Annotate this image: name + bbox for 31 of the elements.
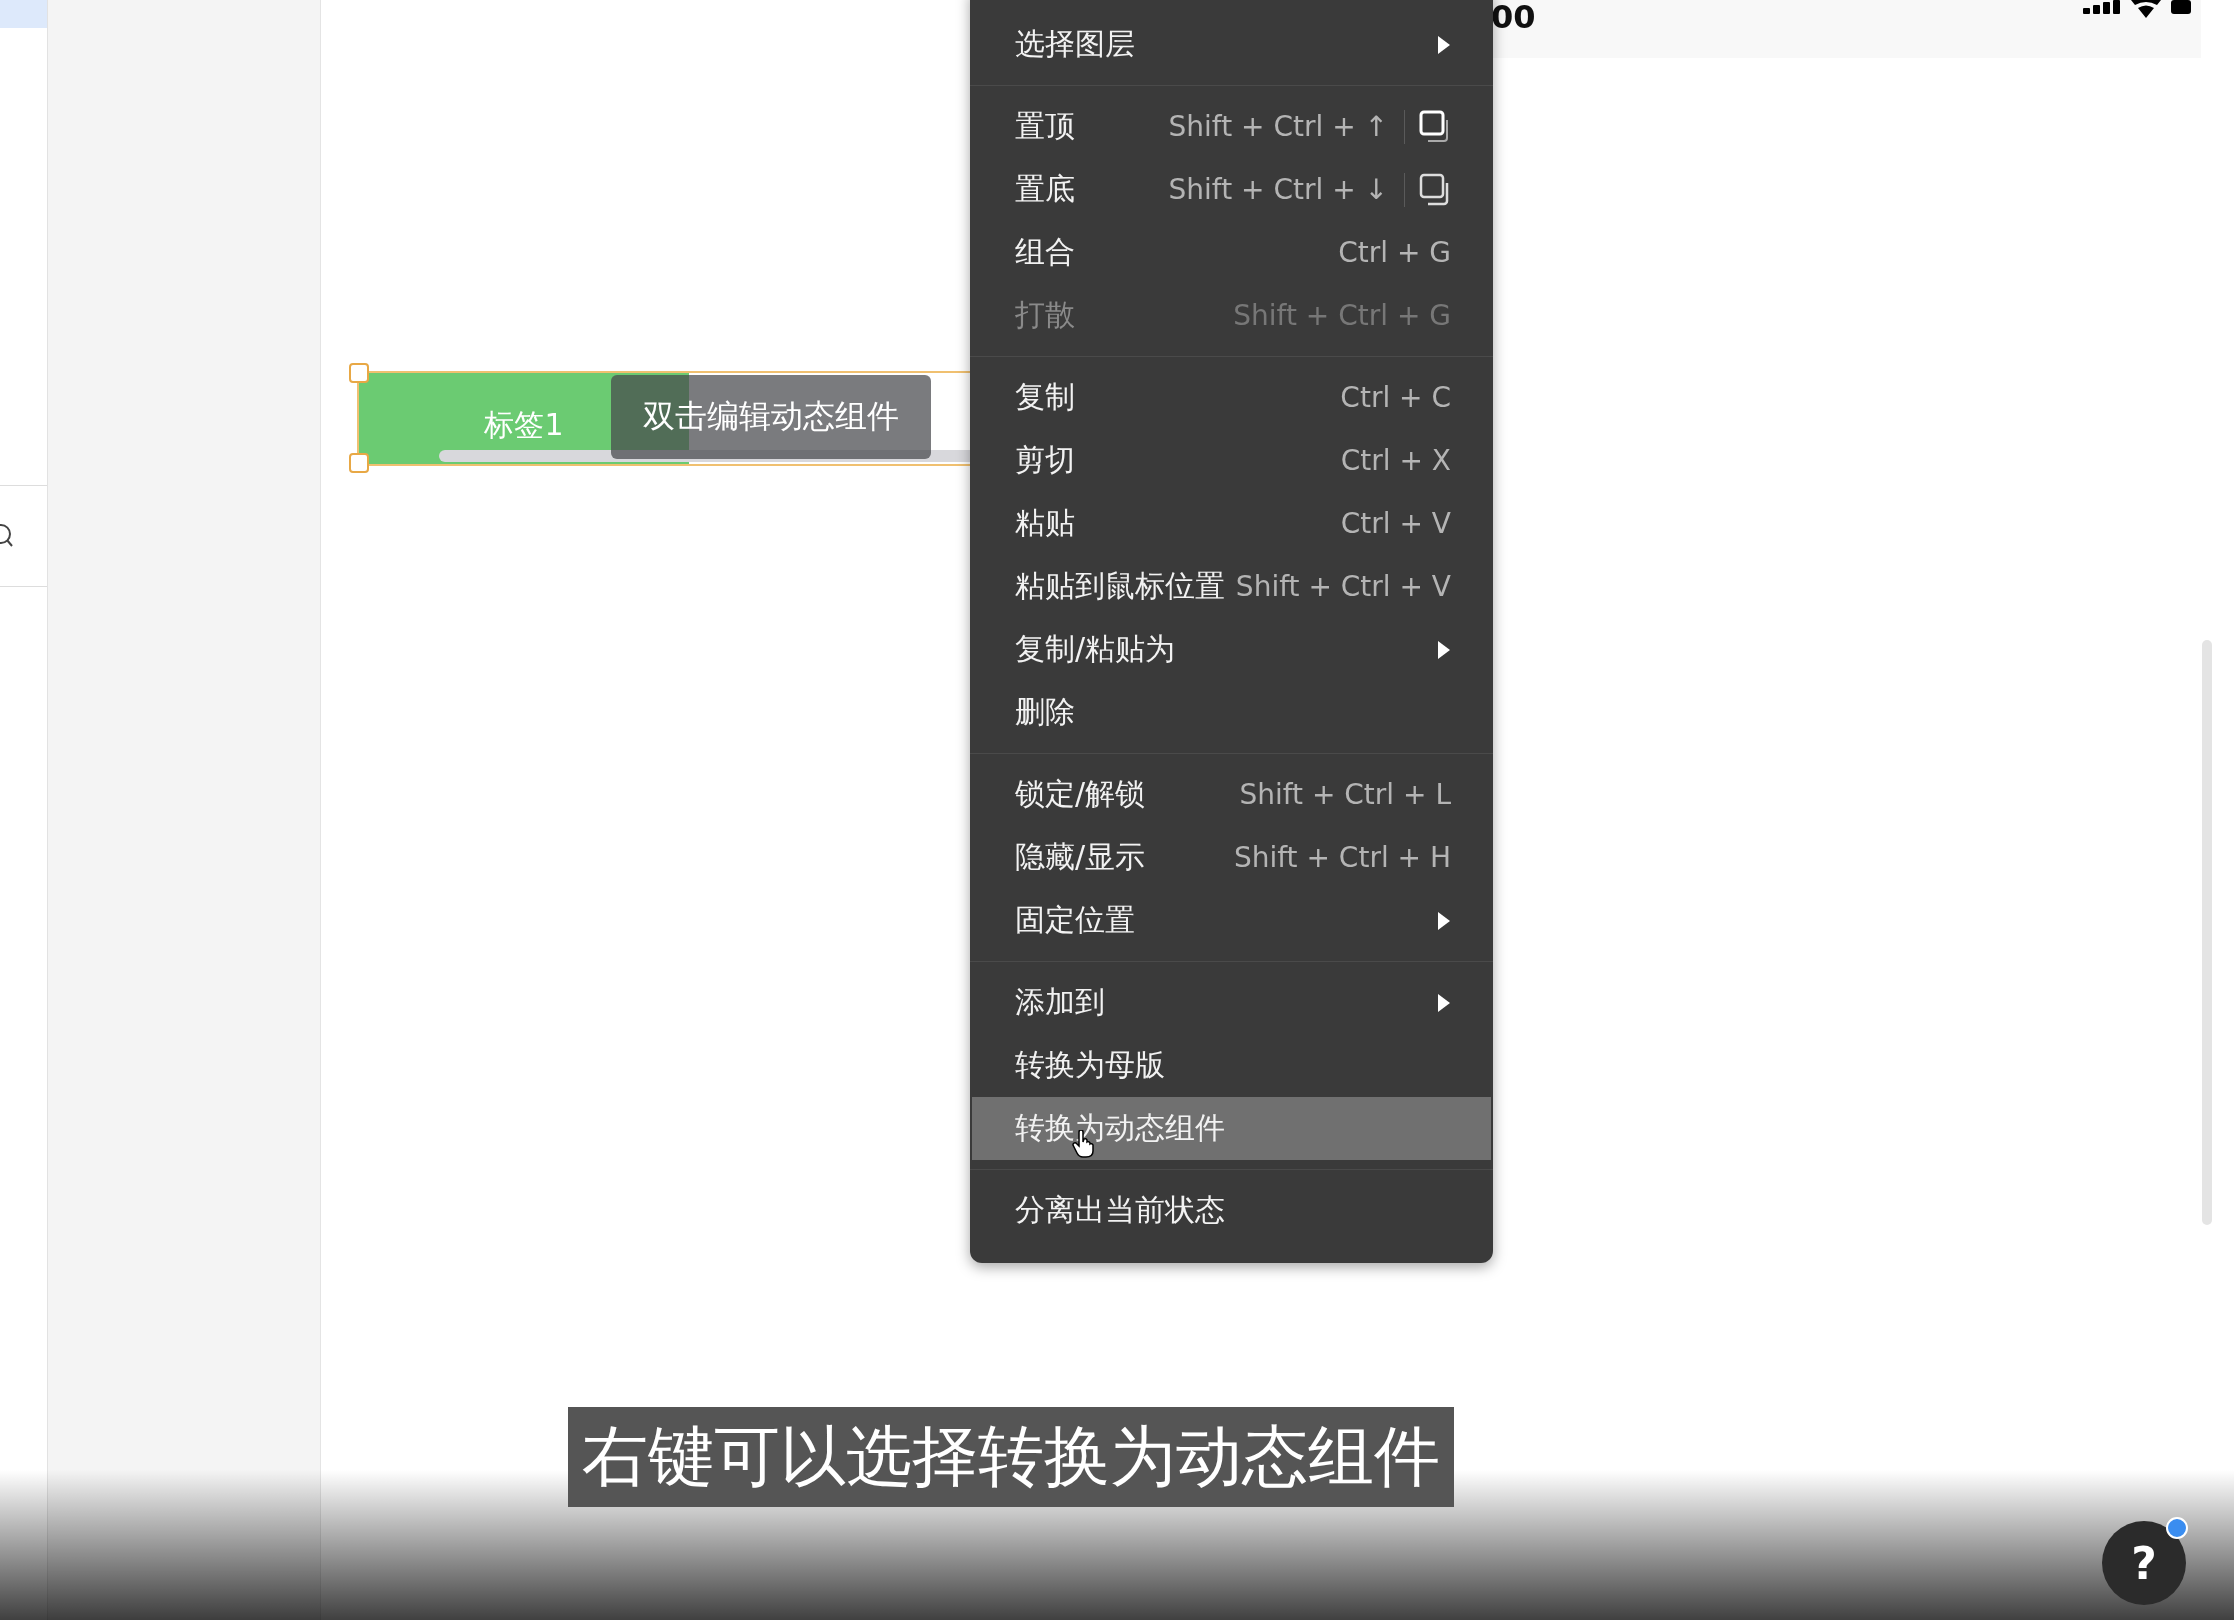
menu-item[interactable]: 删除 bbox=[972, 681, 1491, 744]
menu-item[interactable]: 固定位置 bbox=[972, 889, 1491, 952]
submenu-arrow-icon bbox=[1437, 992, 1451, 1013]
menu-item[interactable]: 转换为母版 bbox=[972, 1034, 1491, 1097]
layer-order-icon bbox=[1419, 109, 1451, 144]
scrollbar[interactable] bbox=[2202, 640, 2212, 1225]
signal-icon bbox=[2083, 0, 2121, 14]
menu-item[interactable]: 锁定/解锁 Shift + Ctrl + L bbox=[972, 763, 1491, 826]
menu-item[interactable]: 分离出当前状态 bbox=[972, 1179, 1491, 1242]
menu-item[interactable]: 复制/粘贴为 bbox=[972, 618, 1491, 681]
video-caption: 右键可以选择转换为动态组件 bbox=[568, 1407, 1454, 1507]
resize-handle[interactable] bbox=[349, 363, 369, 383]
menu-item[interactable]: 置底 Shift + Ctrl + ↓ bbox=[972, 158, 1491, 221]
menu-item[interactable]: 隐藏/显示 Shift + Ctrl + H bbox=[972, 826, 1491, 889]
submenu-arrow-icon bbox=[1437, 639, 1451, 660]
resize-handle[interactable] bbox=[349, 453, 369, 473]
layer-order-icon bbox=[1419, 172, 1451, 207]
status-time: 00 bbox=[1491, 0, 1536, 36]
menu-item[interactable]: 添加到 bbox=[972, 971, 1491, 1034]
search-icon[interactable] bbox=[0, 523, 14, 549]
menu-item[interactable]: 粘贴到鼠标位置 Shift + Ctrl + V bbox=[972, 555, 1491, 618]
battery-icon bbox=[2171, 0, 2191, 14]
menu-item[interactable]: 选择图层 bbox=[972, 13, 1491, 76]
highlight-bar bbox=[0, 0, 47, 28]
menu-item[interactable]: 组合 Ctrl + G bbox=[972, 221, 1491, 284]
menu-item[interactable]: 置顶 Shift + Ctrl + ↑ bbox=[972, 95, 1491, 158]
tooltip: 双击编辑动态组件 bbox=[611, 375, 931, 459]
wifi-icon bbox=[2129, 0, 2163, 18]
menu-item[interactable]: 粘贴 Ctrl + V bbox=[972, 492, 1491, 555]
submenu-arrow-icon bbox=[1437, 34, 1451, 55]
submenu-arrow-icon bbox=[1437, 910, 1451, 931]
